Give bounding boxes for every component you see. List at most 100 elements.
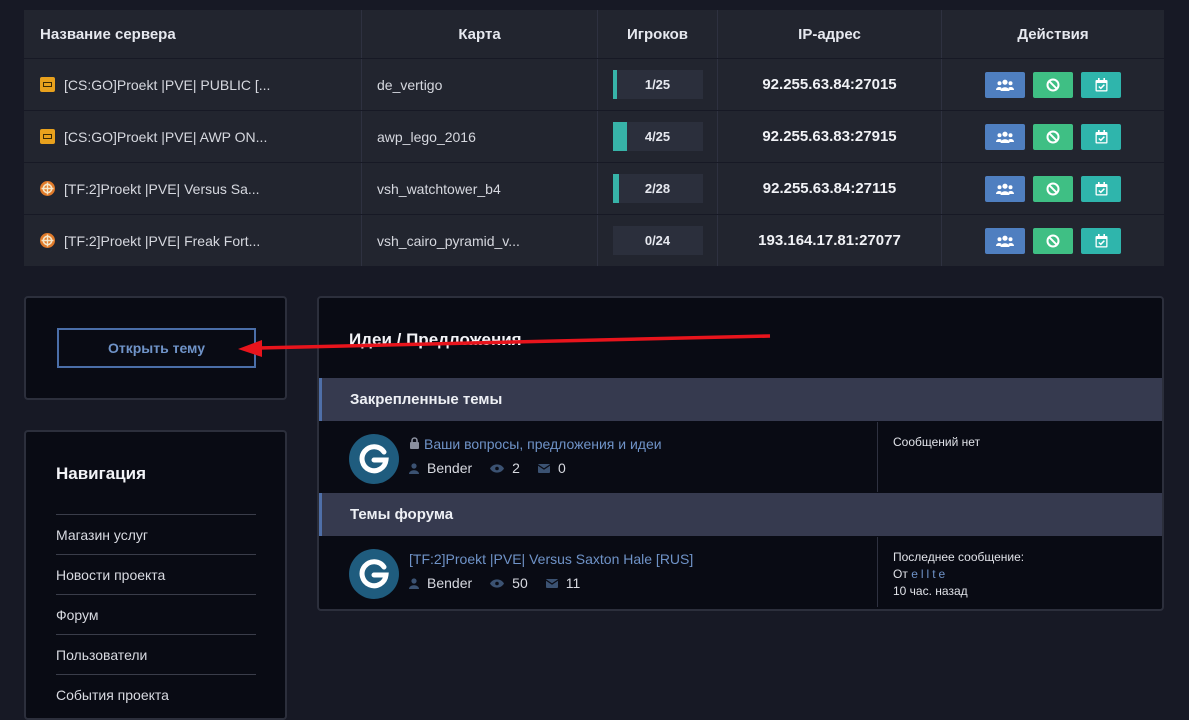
pinned-thread-title[interactable]: Ваши вопросы, предложения и идеи [424,436,662,452]
players-button[interactable] [985,123,1025,150]
calendar-check-icon [1095,181,1107,195]
last-post-info: Последнее сообщение: От ellte 10 час. на… [878,537,1024,607]
user-icon [409,462,419,474]
last-post-info: Сообщений нет [893,435,981,449]
server-name[interactable]: [CS:GO]Proekt |PVE| AWP ON... [64,129,267,145]
thread-row: [TF:2]Proekt |PVE| Versus Saxton Hale [R… [319,537,1162,607]
thread-author[interactable]: Bender [427,575,472,591]
replies-count: 0 [557,460,566,476]
ban-button[interactable] [1033,175,1073,202]
players-bar-fill [612,122,627,151]
ban-button[interactable] [1033,227,1073,254]
server-row: [CS:GO]Proekt |PVE| AWP ON... awp_lego_20… [24,110,1164,162]
server-table-header: Название сервера Карта Игроков IP-адрес … [24,10,1164,58]
players-bar: 2/28 [612,174,703,203]
header-ip: IP-адрес [718,10,942,58]
user-icon [409,577,419,589]
csgo-icon [40,77,55,92]
views-count: 50 [512,575,528,591]
players-bar: 0/24 [612,226,703,255]
tf2-icon [40,233,55,248]
server-name[interactable]: [TF:2]Proekt |PVE| Freak Fort... [64,233,260,249]
server-map: de_vertigo [362,59,598,110]
thread-author[interactable]: Bender [427,460,472,476]
forum-panel: Идеи / Предложения Закрепленные темы Ваш… [317,296,1164,611]
nav-item-shop[interactable]: Магазин услуг [56,514,256,554]
ban-button[interactable] [1033,123,1073,150]
navigation-title: Навигация [56,464,146,483]
calendar-check-icon [1095,129,1107,143]
calendar-button[interactable] [1081,123,1121,150]
calendar-check-icon [1095,77,1107,91]
ban-icon [1046,130,1060,143]
envelope-icon [545,578,558,588]
header-server-name: Название сервера [24,10,362,58]
pinned-thread-row: Ваши вопросы, предложения и идеи Bender … [319,422,1162,492]
users-icon [996,79,1014,91]
calendar-check-icon [1095,233,1107,247]
views-count: 2 [512,460,520,476]
players-count: 1/25 [644,77,671,92]
server-row: [CS:GO]Proekt |PVE| PUBLIC [... de_vertig… [24,58,1164,110]
open-topic-button[interactable]: Открыть тему [57,328,256,368]
server-name[interactable]: [TF:2]Proekt |PVE| Versus Sa... [64,181,260,197]
calendar-button[interactable] [1081,175,1121,202]
users-icon [996,183,1014,195]
server-name[interactable]: [CS:GO]Proekt |PVE| PUBLIC [... [64,77,270,93]
replies-count: 11 [565,575,581,591]
lock-icon [409,436,420,452]
header-actions: Действия [1017,25,1089,43]
header-players: Игроков [598,10,718,58]
players-count: 0/24 [644,233,671,248]
ban-icon [1046,182,1060,195]
forum-title: Идеи / Предложения [349,330,522,349]
ban-icon [1046,78,1060,91]
ban-button[interactable] [1033,71,1073,98]
players-button[interactable] [985,71,1025,98]
players-count: 2/28 [644,181,671,196]
users-icon [996,235,1014,247]
navigation-panel: Навигация Магазин услуг Новости проекта … [24,430,287,720]
server-row: [TF:2]Proekt |PVE| Versus Sa... vsh_watch… [24,162,1164,214]
players-count: 4/25 [644,129,671,144]
calendar-button[interactable] [1081,227,1121,254]
last-post-user[interactable]: ellte [911,567,948,581]
pinned-topics-header: Закрепленные темы [319,378,1162,421]
nav-item-forum[interactable]: Форум [56,594,256,634]
nav-item-users[interactable]: Пользователи [56,634,256,674]
server-map: vsh_watchtower_b4 [362,163,598,214]
server-table: Название сервера Карта Игроков IP-адрес … [24,10,1164,266]
server-ip[interactable]: 92.255.63.84:27115 [763,180,896,197]
thread-title[interactable]: [TF:2]Proekt |PVE| Versus Saxton Hale [R… [409,551,693,567]
last-post-label: Последнее сообщение: [893,550,1025,564]
csgo-icon [40,129,55,144]
players-bar: 1/25 [612,70,703,99]
open-topic-panel: Открыть тему [24,296,287,400]
eye-icon [490,463,505,473]
nav-item-news[interactable]: Новости проекта [56,554,256,594]
forum-topics-header: Темы форума [319,493,1162,536]
players-bar-fill [612,174,619,203]
server-row: [TF:2]Proekt |PVE| Freak Fort... vsh_cair… [24,214,1164,266]
server-ip[interactable]: 92.255.63.83:27915 [762,128,896,145]
server-map: awp_lego_2016 [362,111,598,162]
header-map: Карта [362,10,598,58]
calendar-button[interactable] [1081,71,1121,98]
avatar[interactable] [349,549,399,599]
players-button[interactable] [985,175,1025,202]
envelope-icon [537,463,550,473]
nav-item-events[interactable]: События проекта [56,674,256,714]
avatar[interactable] [349,434,399,484]
players-bar-fill [612,70,617,99]
tf2-icon [40,181,55,196]
ban-icon [1046,234,1060,247]
server-ip[interactable]: 193.164.17.81:27077 [758,232,901,249]
users-icon [996,131,1014,143]
players-button[interactable] [985,227,1025,254]
last-post-from: От [893,567,908,581]
last-post-time: 10 час. назад [893,584,968,598]
navigation-list: Магазин услуг Новости проекта Форум Поль… [56,514,256,714]
eye-icon [490,578,505,588]
server-map: vsh_cairo_pyramid_v... [362,215,598,266]
server-ip[interactable]: 92.255.63.84:27015 [762,76,896,93]
